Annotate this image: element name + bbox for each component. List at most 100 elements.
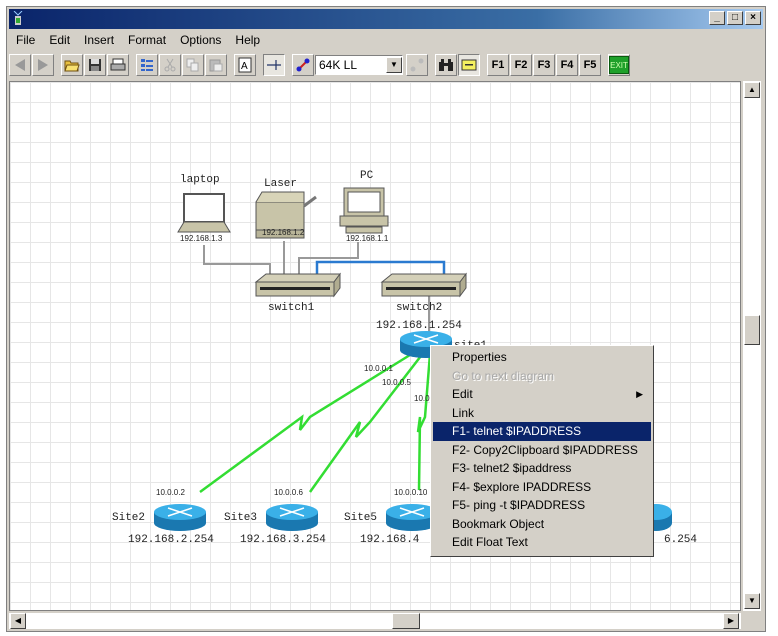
print-button[interactable]	[107, 54, 129, 76]
note-icon	[461, 59, 477, 71]
link-laptop-switch1	[203, 245, 271, 282]
f2-button[interactable]: F2	[510, 54, 532, 76]
device-name: switch1	[268, 302, 315, 314]
forward-icon	[38, 59, 48, 71]
find-button[interactable]	[435, 54, 457, 76]
f5-button[interactable]: F5	[579, 54, 601, 76]
note-button[interactable]	[458, 54, 480, 76]
switch1-device[interactable]	[254, 272, 341, 298]
link-ip-label: 10.0.0.1	[364, 364, 393, 373]
text-button[interactable]: A	[234, 54, 256, 76]
minimize-button[interactable]: _	[709, 11, 725, 25]
menu-item-f5-ping[interactable]: F5- ping -t $IPADDRESS	[433, 496, 651, 515]
svg-text:A: A	[241, 61, 248, 72]
horizontal-scroll-thumb[interactable]	[392, 613, 420, 629]
device-name: PC	[360, 170, 374, 182]
f4-button[interactable]: F4	[556, 54, 578, 76]
toolbar: A 64K LL ▼ F1 F2 F3 F4 F5 EXIT	[9, 51, 763, 79]
open-folder-icon	[64, 60, 80, 72]
menu-item-properties[interactable]: Properties	[433, 348, 651, 367]
open-button[interactable]	[61, 54, 83, 76]
connection-button[interactable]	[292, 54, 314, 76]
chevron-down-icon[interactable]: ▼	[386, 57, 402, 73]
title-bar[interactable]: _ □ ×	[9, 9, 763, 29]
menu-item-edit-float-text[interactable]: Edit Float Text	[433, 533, 651, 552]
maximize-button[interactable]: □	[727, 11, 743, 25]
device-ip: 192.168.1.1	[346, 234, 389, 243]
menu-item-link[interactable]: Link	[433, 404, 651, 423]
back-button[interactable]	[9, 54, 31, 76]
exit-icon: EXIT	[609, 56, 629, 74]
router-site3[interactable]	[266, 504, 318, 531]
wan-ip-label: 10.0.0.6	[274, 488, 303, 497]
link-mode-button[interactable]	[263, 54, 285, 76]
menu-file[interactable]: File	[9, 31, 42, 49]
menu-bar: File Edit Insert Format Options Help	[9, 31, 267, 49]
link-site1-site3	[308, 351, 425, 493]
device-ip: 192.168.3.254	[240, 534, 326, 546]
copy-button[interactable]	[182, 54, 204, 76]
vertical-scroll-thumb[interactable]	[744, 315, 760, 345]
scroll-left-arrow-icon[interactable]: ◀	[10, 613, 26, 629]
device-ip: 6.254	[664, 534, 698, 546]
device-ip: 192.168.1.2	[262, 228, 305, 237]
horizontal-scrollbar[interactable]: ◀ ▶	[9, 613, 741, 629]
scroll-right-arrow-icon[interactable]: ▶	[723, 613, 739, 629]
device-ip: 192.168.4	[360, 534, 420, 546]
menu-help[interactable]: Help	[228, 31, 267, 49]
scroll-down-arrow-icon[interactable]: ▼	[744, 593, 760, 609]
properties-button[interactable]	[136, 54, 158, 76]
menu-item-bookmark-object[interactable]: Bookmark Object	[433, 515, 651, 534]
device-name: Laser	[264, 178, 298, 190]
close-button[interactable]: ×	[745, 11, 761, 25]
exit-button[interactable]: EXIT	[608, 54, 630, 76]
app-icon	[13, 11, 23, 25]
device-ip: 192.168.2.254	[128, 534, 214, 546]
cut-icon	[164, 58, 176, 72]
forward-button[interactable]	[32, 54, 54, 76]
save-icon	[89, 59, 101, 71]
submenu-arrow-icon: ▶	[636, 389, 643, 399]
vertical-scrollbar[interactable]: ▲ ▼	[743, 81, 761, 611]
menu-format[interactable]: Format	[121, 31, 173, 49]
cut-button[interactable]	[159, 54, 181, 76]
menu-edit[interactable]: Edit	[42, 31, 77, 49]
switch2-device[interactable]	[380, 272, 467, 298]
scroll-up-arrow-icon[interactable]: ▲	[744, 82, 760, 98]
laptop-device[interactable]	[177, 193, 231, 233]
link-mode-icon	[267, 60, 281, 70]
paste-icon	[209, 59, 223, 72]
device-name: Site3	[224, 512, 258, 524]
link-site1-site5	[416, 353, 432, 491]
device-ip: 192.168.1.3	[180, 234, 223, 243]
device-name: Site5	[344, 512, 378, 524]
menu-item-go-to-next-diagram: Go to next diagram	[452, 368, 555, 383]
f1-button[interactable]: F1	[487, 54, 509, 76]
pc-device[interactable]	[339, 187, 389, 234]
link-type-select[interactable]: 64K LL ▼	[315, 55, 403, 75]
link-type-value: 64K LL	[319, 58, 358, 72]
binoculars-icon	[439, 59, 453, 71]
menu-item-f1-telnet[interactable]: F1- telnet $IPADDRESS	[433, 422, 651, 441]
text-icon: A	[238, 57, 252, 73]
wan-ip-label: 10.0.0.2	[156, 488, 185, 497]
menu-insert[interactable]: Insert	[77, 31, 121, 49]
wan-ip-label: 10.0.0.10	[394, 488, 428, 497]
menu-item-f3-telnet2[interactable]: F3- telnet2 $ipaddress	[433, 459, 651, 478]
save-button[interactable]	[84, 54, 106, 76]
menu-item-f4-explore[interactable]: F4- $explore IPADDRESS	[433, 478, 651, 497]
device-name: switch2	[396, 302, 443, 314]
properties-list-icon	[141, 59, 153, 71]
device-ip: 192.168.1.254	[376, 320, 462, 332]
context-menu: Properties Go to next diagram Edit ▶ Link…	[430, 345, 654, 557]
f3-button[interactable]: F3	[533, 54, 555, 76]
link-ip-label: 10.0.0.5	[382, 378, 411, 387]
back-icon	[15, 59, 25, 71]
router-site2[interactable]	[154, 504, 206, 531]
menu-item-f2-copy2clipboard[interactable]: F2- Copy2Clipboard $IPADDRESS	[433, 441, 651, 460]
menu-options[interactable]: Options	[173, 31, 228, 49]
disconnect-button[interactable]	[406, 54, 428, 76]
menu-item-edit[interactable]: Edit ▶	[433, 385, 651, 404]
paste-button[interactable]	[205, 54, 227, 76]
print-icon	[110, 58, 126, 71]
